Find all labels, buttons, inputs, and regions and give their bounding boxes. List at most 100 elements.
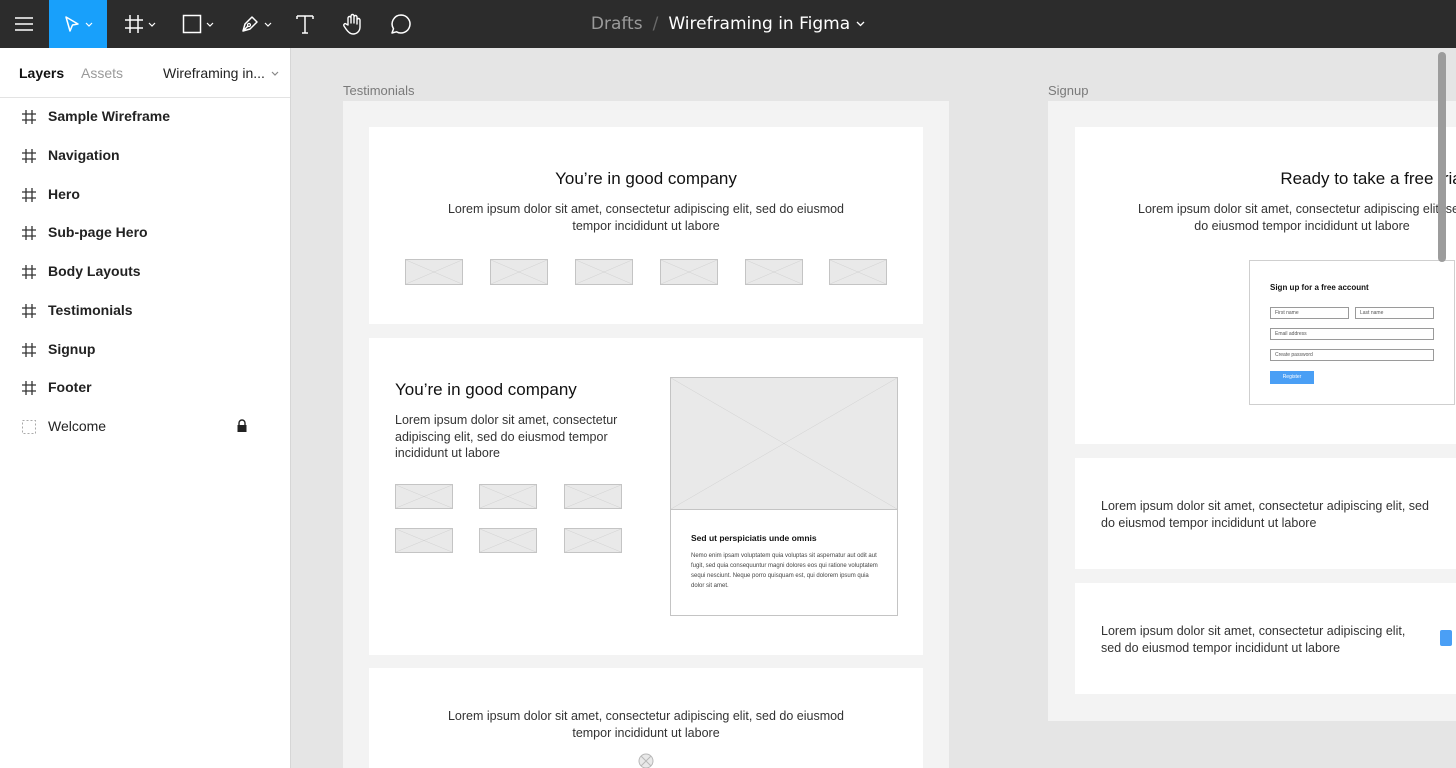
- layer-item-testimonials[interactable]: Testimonials: [0, 291, 290, 329]
- chevron-down-icon: [85, 22, 93, 27]
- layer-name: Hero: [48, 186, 80, 202]
- logo-placeholder: [479, 528, 537, 553]
- feature-title: Sed ut perspiciatis unde omnis: [691, 533, 817, 543]
- logo-placeholder: [660, 259, 718, 285]
- canvas[interactable]: Testimonials You’re in good company Lore…: [292, 48, 1456, 768]
- frame-icon: [125, 15, 143, 33]
- layer-item-hero[interactable]: Hero: [0, 175, 290, 213]
- chevron-down-icon: [148, 22, 156, 27]
- layer-item-navigation[interactable]: Navigation: [0, 136, 290, 174]
- frame-label-testimonials[interactable]: Testimonials: [343, 83, 415, 98]
- layer-name: Sub-page Hero: [48, 224, 148, 240]
- avatar-placeholder-icon: [638, 753, 654, 768]
- logo-placeholder: [564, 484, 622, 509]
- signup-form-title: Sign up for a free account: [1270, 283, 1369, 292]
- move-icon: [65, 16, 79, 32]
- logo-placeholder: [395, 528, 453, 553]
- testimonial-card-logos: You’re in good company Lorem ipsum dolor…: [369, 127, 923, 324]
- comment-icon: [391, 14, 411, 34]
- vertical-scrollbar[interactable]: [1438, 52, 1446, 262]
- password-field[interactable]: Create password: [1270, 349, 1434, 361]
- move-tool-button[interactable]: [49, 0, 107, 48]
- file-name-dropdown[interactable]: Wireframing in Figma: [668, 14, 865, 34]
- testimonial-card-quote: Lorem ipsum dolor sit amet, consectetur …: [369, 668, 923, 768]
- breadcrumb-separator: /: [652, 14, 659, 34]
- text-tool-button[interactable]: [290, 0, 320, 48]
- rectangle-tool-button[interactable]: [176, 0, 220, 48]
- card-body: Lorem ipsum dolor sit amet, consectetur …: [1138, 202, 1456, 233]
- frame-icon: [22, 226, 36, 240]
- frame-testimonials[interactable]: You’re in good company Lorem ipsum dolor…: [343, 101, 949, 768]
- layer-name: Navigation: [48, 147, 120, 163]
- frame-icon: [22, 381, 36, 395]
- image-placeholder: [670, 377, 898, 510]
- frame-signup[interactable]: Ready to take a free trial? Lorem ipsum …: [1048, 101, 1456, 721]
- signup-card-text: Lorem ipsum dolor sit amet, consectetur …: [1075, 583, 1456, 694]
- layer-name: Signup: [48, 341, 96, 357]
- layer-name: Footer: [48, 379, 92, 395]
- logo-placeholder: [745, 259, 803, 285]
- signup-card-form: Ready to take a free trial? Lorem ipsum …: [1075, 127, 1456, 444]
- logo-placeholder: [479, 484, 537, 509]
- logo-placeholder: [405, 259, 463, 285]
- frame-label-signup[interactable]: Signup: [1048, 83, 1088, 98]
- card-body: Lorem ipsum dolor sit amet, consectetur …: [1101, 624, 1406, 655]
- layer-item-footer[interactable]: Footer: [0, 368, 290, 406]
- card-body: Lorem ipsum dolor sit amet, consectetur …: [1101, 499, 1429, 530]
- page-selector[interactable]: Wireframing in...: [163, 48, 279, 98]
- card-heading: Ready to take a free trial?: [1280, 169, 1456, 188]
- email-field[interactable]: Email address: [1270, 328, 1434, 340]
- pen-icon: [242, 16, 258, 32]
- frame-icon: [22, 265, 36, 279]
- hand-icon: [343, 13, 361, 35]
- last-name-field[interactable]: Last name: [1355, 307, 1434, 319]
- signup-card-text: Lorem ipsum dolor sit amet, consectetur …: [1075, 458, 1456, 569]
- tab-layers[interactable]: Layers: [19, 48, 64, 98]
- rectangle-icon: [182, 14, 202, 34]
- layer-item-sub-page-hero[interactable]: Sub-page Hero: [0, 213, 290, 251]
- menu-icon: [15, 17, 33, 31]
- testimonial-card-feature: You’re in good company Lorem ipsum dolor…: [369, 338, 923, 655]
- feature-body: Nemo enim ipsam voluptatem quia voluptas…: [691, 553, 878, 589]
- frame-icon: [22, 304, 36, 318]
- card-heading: You’re in good company: [395, 380, 577, 399]
- logo-placeholder: [490, 259, 548, 285]
- chevron-down-icon: [271, 71, 279, 76]
- frame-icon: [22, 188, 36, 202]
- comment-tool-button[interactable]: [386, 0, 416, 48]
- chevron-down-icon: [206, 22, 214, 27]
- card-body: Lorem ipsum dolor sit amet, consectetur …: [447, 709, 845, 740]
- layer-name: Welcome: [48, 418, 107, 434]
- dashed-frame-icon: [22, 420, 36, 434]
- lock-icon[interactable]: [236, 419, 248, 433]
- layer-item-signup[interactable]: Signup: [0, 330, 290, 368]
- frame-icon: [22, 110, 36, 124]
- layer-name: Testimonials: [48, 302, 133, 318]
- pen-tool-button[interactable]: [234, 0, 278, 48]
- layer-item-welcome[interactable]: Welcome: [0, 407, 290, 445]
- text-icon: [296, 15, 314, 34]
- layer-item-sample-wireframe[interactable]: Sample Wireframe: [0, 97, 290, 135]
- file-name: Wireframing in Figma: [668, 14, 851, 34]
- first-name-field[interactable]: First name: [1270, 307, 1349, 319]
- frame-icon: [22, 343, 36, 357]
- logo-placeholder: [829, 259, 887, 285]
- feature-panel: Sed ut perspiciatis unde omnis Nemo enim…: [670, 377, 898, 616]
- breadcrumb-drafts[interactable]: Drafts: [591, 14, 643, 34]
- logo-placeholder: [395, 484, 453, 509]
- menu-button[interactable]: [0, 0, 48, 48]
- logo-placeholder: [564, 528, 622, 553]
- page-name: Wireframing in...: [163, 65, 265, 81]
- signup-form: Sign up for a free account First name La…: [1249, 260, 1455, 405]
- chevron-down-icon: [264, 22, 272, 27]
- tab-assets[interactable]: Assets: [81, 48, 123, 98]
- frame-tool-button[interactable]: [118, 0, 162, 48]
- logo-placeholder: [575, 259, 633, 285]
- selection-handle[interactable]: [1440, 630, 1452, 646]
- card-heading: You’re in good company: [555, 169, 737, 188]
- layer-name: Sample Wireframe: [48, 108, 171, 124]
- chevron-down-icon: [856, 21, 865, 27]
- register-button[interactable]: Register: [1270, 371, 1314, 384]
- layer-item-body-layouts[interactable]: Body Layouts: [0, 252, 290, 290]
- hand-tool-button[interactable]: [336, 0, 370, 48]
